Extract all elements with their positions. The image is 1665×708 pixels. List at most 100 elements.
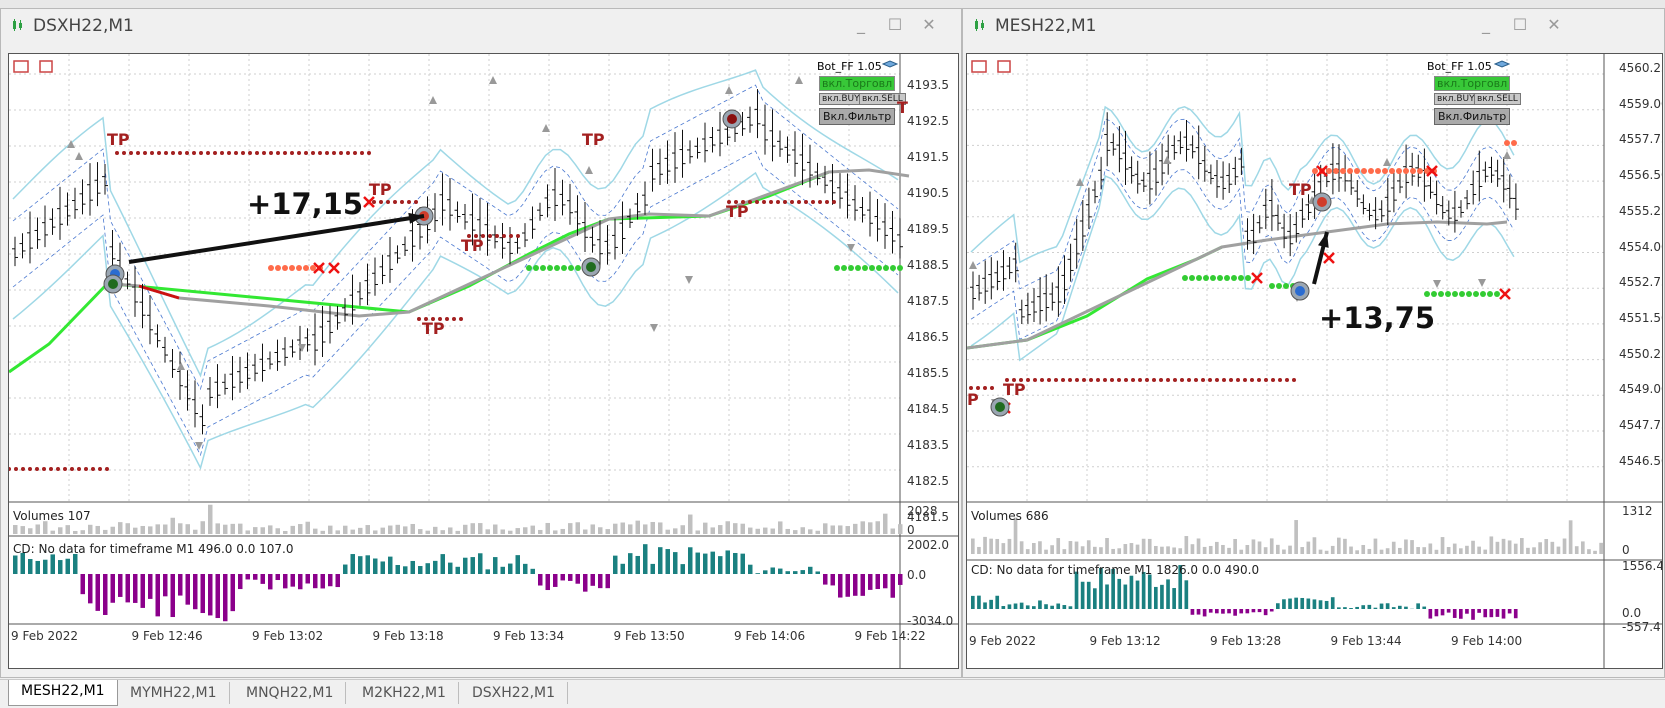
toggle-trade-button[interactable]: вкл.Торговл bbox=[1434, 76, 1510, 91]
cd-histogram-bar bbox=[51, 554, 56, 574]
tab-mnqh22[interactable]: MNQH22,M1 bbox=[234, 682, 346, 704]
close-button[interactable]: ✕ bbox=[1541, 13, 1567, 37]
volumes-scale-max: 1312 bbox=[1622, 504, 1653, 518]
volume-bar bbox=[1276, 545, 1280, 554]
signal-dot bbox=[825, 200, 829, 204]
title-bar[interactable]: DSXH22,M1 _ ☐ ✕ bbox=[1, 9, 961, 43]
signal-dot bbox=[262, 151, 266, 155]
signal-dot bbox=[1487, 291, 1493, 297]
cd-scale-min: -3034.0 bbox=[907, 614, 953, 628]
toggle-filter-button[interactable]: Вкл.Фильтр bbox=[1434, 108, 1510, 125]
volume-bar bbox=[36, 524, 41, 534]
cd-histogram-bar bbox=[283, 574, 288, 588]
toggle-sell-button[interactable]: вкл.SELL bbox=[1474, 93, 1521, 105]
toggle-buy-button[interactable]: вкл.BUY bbox=[1434, 93, 1478, 105]
cd-histogram-bar bbox=[681, 564, 686, 574]
minimize-button[interactable]: _ bbox=[848, 13, 874, 37]
toggle-filter-button[interactable]: Вкл.Фильтр bbox=[819, 108, 895, 125]
time-axis-label: 9 Feb 12:46 bbox=[132, 629, 203, 643]
signal-dot bbox=[400, 200, 404, 204]
cd-histogram-bar bbox=[1380, 604, 1384, 609]
signal-dot bbox=[136, 151, 140, 155]
volume-bar bbox=[778, 521, 783, 534]
toggle-trade-button[interactable]: вкл.Торговл bbox=[819, 76, 895, 91]
signal-dot bbox=[297, 151, 301, 155]
window-title: DSXH22,M1 bbox=[33, 16, 134, 36]
volume-bar bbox=[1435, 550, 1439, 554]
chart-window-dsxh22[interactable]: DSXH22,M1 _ ☐ ✕ +17,15 Bot_FF 1.05 вкл.Т… bbox=[0, 8, 962, 678]
volume-bar bbox=[793, 530, 798, 534]
cd-histogram-bar bbox=[666, 549, 671, 574]
chart-window-mesh22[interactable]: MESH22,M1 _ ☐ ✕ +13,75 Bot_FF 1.05 вкл.Т… bbox=[962, 8, 1665, 678]
cd-histogram-bar bbox=[1490, 609, 1494, 617]
fractal-arrow bbox=[1478, 279, 1486, 287]
cd-histogram-bar bbox=[1483, 609, 1487, 617]
time-axis-label: 9 Feb 14:00 bbox=[1451, 634, 1522, 648]
cd-histogram-bar bbox=[388, 557, 393, 574]
fractal-arrow bbox=[1163, 156, 1171, 164]
volume-bar bbox=[523, 527, 528, 534]
cd-histogram-bar bbox=[1172, 588, 1176, 609]
volumes-label: Volumes 107 bbox=[13, 509, 91, 523]
fractal-arrow bbox=[650, 324, 658, 332]
close-cross-icon bbox=[1317, 166, 1327, 176]
cd-histogram-bar bbox=[456, 567, 461, 574]
chart-objects-icon bbox=[998, 61, 1010, 72]
tab-mymh22[interactable]: MYMH22,M1 bbox=[118, 682, 230, 704]
price-axis-label: 4186.5 bbox=[907, 330, 949, 344]
tab-m2kh22[interactable]: M2KH22,M1 bbox=[350, 682, 459, 704]
signal-dot bbox=[540, 265, 546, 271]
volume-bar bbox=[1227, 548, 1231, 554]
cd-histogram-bar bbox=[1276, 603, 1280, 609]
signal-dot bbox=[1124, 378, 1128, 382]
price-axis-label: 4547.75 bbox=[1619, 418, 1663, 432]
minimize-button[interactable]: _ bbox=[1473, 13, 1499, 37]
cd-histogram-bar bbox=[846, 574, 851, 597]
maximize-button[interactable]: ☐ bbox=[1507, 13, 1533, 37]
cd-indicator-label: CD: No data for timeframe M1 1826.0 0.0 … bbox=[971, 563, 1259, 577]
cd-histogram-bar bbox=[21, 553, 26, 574]
toggle-buy-button[interactable]: вкл.BUY bbox=[819, 93, 863, 105]
cd-histogram-bar bbox=[1081, 582, 1085, 609]
volume-bar bbox=[231, 524, 236, 534]
cd-histogram-bar bbox=[1282, 599, 1286, 609]
sell-signal-icon bbox=[727, 114, 737, 124]
title-bar[interactable]: MESH22,M1 _ ☐ ✕ bbox=[963, 9, 1664, 43]
signal-dot bbox=[84, 467, 88, 471]
cd-histogram-bar bbox=[703, 554, 708, 574]
signal-dot bbox=[129, 151, 133, 155]
maximize-button[interactable]: ☐ bbox=[882, 13, 908, 37]
price-axis-label: 4559.00 bbox=[1619, 97, 1663, 111]
signal-dot bbox=[98, 467, 102, 471]
tab-dsxh22[interactable]: DSXH22,M1 bbox=[460, 682, 568, 704]
volume-bar bbox=[501, 529, 506, 534]
signal-dot bbox=[42, 467, 46, 471]
tab-mesh22[interactable]: MESH22,M1 bbox=[8, 680, 118, 706]
signal-dot bbox=[1466, 291, 1472, 297]
buy-signal-icon bbox=[995, 402, 1005, 412]
volume-bar bbox=[43, 521, 48, 534]
volume-bar bbox=[1166, 546, 1170, 554]
signal-dot bbox=[1354, 168, 1360, 174]
volume-bar bbox=[1520, 538, 1524, 554]
signal-dot bbox=[1494, 291, 1500, 297]
cd-histogram-bar bbox=[1416, 603, 1420, 609]
volume-bar bbox=[1172, 547, 1176, 554]
price-chart-area[interactable]: +13,75 Bot_FF 1.05 вкл.Торговл вкл.BUY в… bbox=[966, 53, 1663, 669]
signal-dot bbox=[1511, 140, 1517, 146]
cd-histogram-bar bbox=[696, 553, 701, 574]
fractal-arrow bbox=[489, 76, 497, 84]
fractal-arrow bbox=[585, 166, 593, 174]
volume-bar bbox=[801, 527, 806, 534]
cd-histogram-bar bbox=[861, 574, 866, 596]
signal-dot bbox=[1459, 291, 1465, 297]
price-chart-area[interactable]: +17,15 Bot_FF 1.05 вкл.Торговл вкл.BUY в… bbox=[8, 53, 959, 669]
cd-histogram-bar bbox=[493, 557, 498, 574]
cd-histogram-bar bbox=[1209, 609, 1213, 613]
volume-bar bbox=[493, 525, 498, 534]
fractal-arrow bbox=[1383, 158, 1391, 166]
close-button[interactable]: ✕ bbox=[916, 13, 942, 37]
time-axis-label: 9 Feb 13:28 bbox=[1210, 634, 1281, 648]
cd-histogram-bar bbox=[343, 565, 348, 574]
price-axis-label: 4190.5 bbox=[907, 186, 949, 200]
